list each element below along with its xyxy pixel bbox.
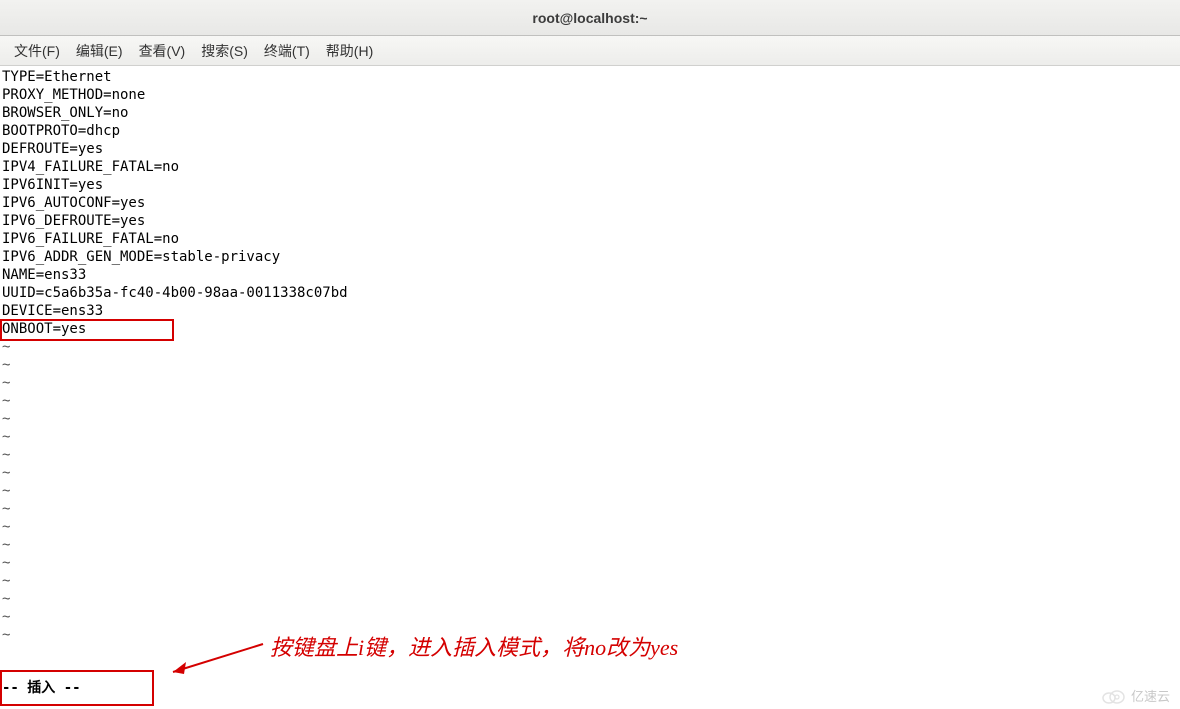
menu-edit[interactable]: 编辑(E): [68, 37, 131, 65]
watermark-text: 亿速云: [1131, 686, 1170, 705]
cloud-icon: [1099, 688, 1127, 704]
file-line: TYPE=Ethernet: [2, 68, 1178, 86]
empty-line-tilde: ~: [2, 572, 1178, 590]
menu-terminal[interactable]: 终端(T): [256, 37, 318, 65]
menu-search[interactable]: 搜索(S): [193, 37, 256, 65]
empty-line-tilde: ~: [2, 374, 1178, 392]
menu-help[interactable]: 帮助(H): [318, 37, 381, 65]
annotation-text: 按键盘上i键，进入插入模式，将no改为yes: [270, 630, 678, 662]
file-line: IPV6_ADDR_GEN_MODE=stable-privacy: [2, 248, 1178, 266]
empty-line-tilde: ~: [2, 464, 1178, 482]
empty-line-tilde: ~: [2, 554, 1178, 572]
file-line: BROWSER_ONLY=no: [2, 104, 1178, 122]
file-line: IPV4_FAILURE_FATAL=no: [2, 158, 1178, 176]
empty-line-tilde: ~: [2, 518, 1178, 536]
file-line: DEVICE=ens33: [2, 302, 1178, 320]
empty-line-tilde: ~: [2, 428, 1178, 446]
vim-status-line: -- 插入 --: [2, 677, 81, 697]
empty-line-tilde: ~: [2, 590, 1178, 608]
file-line: ONBOOT=yes: [2, 320, 1178, 338]
file-line: IPV6_DEFROUTE=yes: [2, 212, 1178, 230]
empty-line-tilde: ~: [2, 446, 1178, 464]
window-title-bar: root@localhost:~: [0, 0, 1180, 36]
file-line: DEFROUTE=yes: [2, 140, 1178, 158]
empty-line-tilde: ~: [2, 392, 1178, 410]
file-line: IPV6INIT=yes: [2, 176, 1178, 194]
file-line: IPV6_AUTOCONF=yes: [2, 194, 1178, 212]
empty-line-tilde: ~: [2, 500, 1178, 518]
menu-file[interactable]: 文件(F): [6, 37, 68, 65]
menu-view[interactable]: 查看(V): [131, 37, 194, 65]
empty-line-tilde: ~: [2, 356, 1178, 374]
watermark: 亿速云: [1099, 686, 1170, 705]
file-line: IPV6_FAILURE_FATAL=no: [2, 230, 1178, 248]
annotation-arrow-icon: [158, 640, 268, 680]
terminal-output[interactable]: TYPE=EthernetPROXY_METHOD=noneBROWSER_ON…: [0, 66, 1180, 646]
file-line: BOOTPROTO=dhcp: [2, 122, 1178, 140]
empty-line-tilde: ~: [2, 410, 1178, 428]
file-line: PROXY_METHOD=none: [2, 86, 1178, 104]
file-line: UUID=c5a6b35a-fc40-4b00-98aa-0011338c07b…: [2, 284, 1178, 302]
menu-bar: 文件(F) 编辑(E) 查看(V) 搜索(S) 终端(T) 帮助(H): [0, 36, 1180, 66]
empty-line-tilde: ~: [2, 536, 1178, 554]
window-title: root@localhost:~: [532, 10, 647, 26]
empty-line-tilde: ~: [2, 608, 1178, 626]
empty-line-tilde: ~: [2, 482, 1178, 500]
file-line: NAME=ens33: [2, 266, 1178, 284]
empty-line-tilde: ~: [2, 338, 1178, 356]
